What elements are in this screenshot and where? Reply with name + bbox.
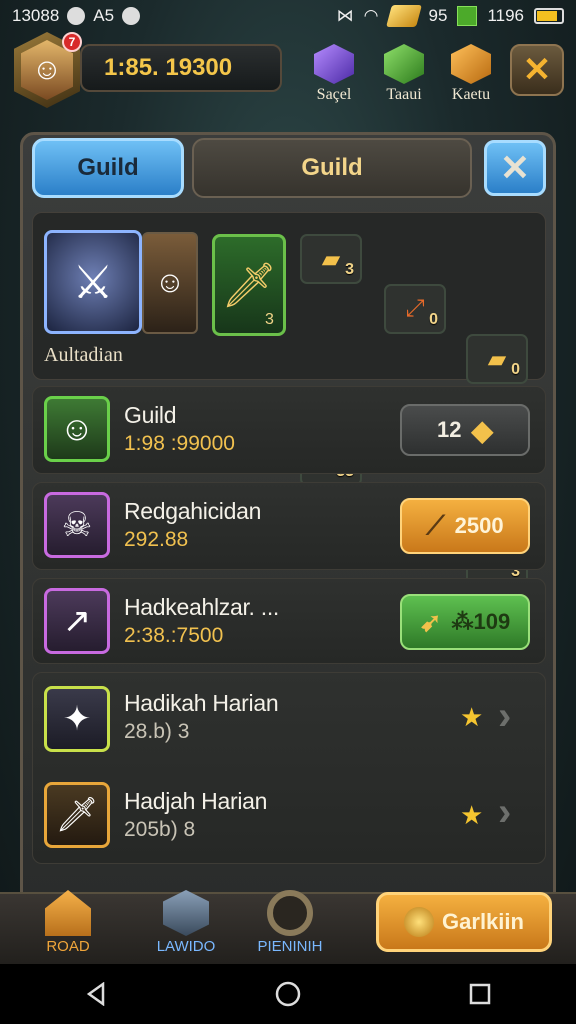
nav-label: PIENINIH <box>257 938 323 955</box>
panel-close-button[interactable]: ✕ <box>484 140 546 196</box>
hero-card[interactable]: ☺ <box>142 232 198 334</box>
hero-name: Aultadian <box>44 344 123 366</box>
price-value: 2500 <box>454 513 504 538</box>
hero-card-selected[interactable]: ⚔ <box>44 230 142 334</box>
reward-sword-slot[interactable]: 🗡 3 <box>212 234 286 336</box>
reward-slot[interactable]: ▰ 0 <box>466 334 528 384</box>
orange-gem-icon <box>451 44 491 84</box>
rogue-icon: ☠ <box>44 492 110 558</box>
price-value: 12 <box>436 417 462 442</box>
gold-bar-icon: ▰ <box>487 345 507 373</box>
spear-icon: ↗ <box>44 588 110 654</box>
status-time: 13088 <box>12 6 60 25</box>
shield-icon <box>163 890 209 936</box>
app-icon <box>122 7 141 25</box>
player-score: 1:85. 19300 <box>80 44 282 92</box>
nav-label: LAWIDO <box>156 938 216 955</box>
resource-purple[interactable]: Saçel <box>304 44 364 104</box>
avatar-notification-badge: 7 <box>62 32 82 52</box>
battery-icon <box>534 8 564 24</box>
row-subtitle: 205b) 8 <box>124 818 196 841</box>
chevron-right-icon[interactable]: › <box>498 790 511 835</box>
resource-label: Taaui <box>386 86 422 103</box>
buy-button[interactable]: ⟋ 2500 <box>400 498 530 554</box>
back-icon <box>86 982 105 1006</box>
reward-slot[interactable]: ▰ 3 <box>300 234 362 284</box>
green-currency-icon <box>457 6 478 26</box>
gold-count: 95 <box>428 6 448 25</box>
row-title: Redgahicidan <box>124 498 262 524</box>
battery-text: 1196 <box>487 6 524 25</box>
gold-cube-icon: ◆ <box>471 414 494 446</box>
garlkiin-button[interactable]: Garlkiin <box>376 892 552 952</box>
row-subtitle: 28.b) 3 <box>124 720 190 743</box>
signal-icon: ⋈ <box>336 6 354 25</box>
ring-icon <box>267 890 313 936</box>
notification-icon <box>67 7 86 25</box>
green-gem-icon <box>384 44 424 84</box>
sword-icon: 🗡 <box>221 261 277 310</box>
gold-currency-icon <box>385 5 422 27</box>
star-icon: ★ <box>460 800 484 830</box>
back-button[interactable] <box>66 974 126 1014</box>
row-title: Guild <box>124 402 177 428</box>
dagger-icon[interactable]: 🗡 <box>44 782 110 848</box>
resource-label: Saçel <box>316 86 352 103</box>
tab-guild-active[interactable]: Guild <box>32 138 184 198</box>
gold-bar-icon: ▰ <box>321 245 341 273</box>
purple-gem-icon <box>314 44 354 84</box>
buy-button[interactable]: 12 ◆ <box>400 404 530 456</box>
dagger-icon: ⟋ <box>426 510 445 540</box>
dark-knight-icon: ⚔ <box>72 256 114 308</box>
coin-icon <box>404 907 435 937</box>
reward-count: 3 <box>265 311 274 328</box>
hero-portrait-icon: ☺ <box>154 266 186 299</box>
bullet-icon: ➹ <box>419 606 442 637</box>
house-icon <box>45 890 91 936</box>
cta-label: Garlkiin <box>442 909 524 934</box>
buy-button[interactable]: ➹ ⁂109 <box>400 594 530 650</box>
status-app: A5 <box>93 6 115 25</box>
row-title: Hadkeahlzar. ... <box>124 594 280 620</box>
system-nav-bar <box>0 964 576 1024</box>
tab-guild[interactable]: Guild <box>192 138 472 198</box>
top-close-button[interactable]: ✕ <box>510 44 564 96</box>
home-icon <box>275 981 301 1007</box>
star-icon: ★ <box>460 702 484 732</box>
price-value: ⁂109 <box>451 609 511 634</box>
nav-road[interactable]: ROAD <box>18 890 118 955</box>
row-title: Hadjah Harian <box>124 788 268 814</box>
resource-green[interactable]: Taaui <box>374 44 434 104</box>
recents-icon <box>469 983 491 1005</box>
nav-lawido[interactable]: LAWIDO <box>136 890 236 955</box>
orb-blade-icon[interactable]: ✦ <box>44 686 110 752</box>
reward-slot[interactable]: ⤢ 0 <box>384 284 446 334</box>
row-subtitle: 2:38.:7500 <box>124 624 224 647</box>
nav-label: ROAD <box>46 938 90 955</box>
row-subtitle: 1:98 :99000 <box>124 432 235 455</box>
chevron-right-icon[interactable]: › <box>498 694 511 739</box>
row-title: Hadikah Harian <box>124 690 279 716</box>
reward-count: 3 <box>345 261 354 278</box>
wifi-icon: ◠ <box>363 6 379 25</box>
torch-icon: ⤢ <box>405 295 425 322</box>
reward-count: 0 <box>511 361 520 378</box>
status-bar: 13088 A5 ⋈ ◠ 95 1196 <box>0 0 576 32</box>
home-button[interactable] <box>258 974 318 1014</box>
resource-orange[interactable]: Kaetu <box>441 44 501 104</box>
nav-pieninih[interactable]: PIENINIH <box>240 890 340 955</box>
guild-member-icon: ☺ <box>44 396 110 462</box>
row-subtitle: 292.88 <box>124 528 189 551</box>
resource-label: Kaetu <box>451 86 491 103</box>
recents-button[interactable] <box>450 974 510 1014</box>
reward-count: 0 <box>429 311 438 328</box>
